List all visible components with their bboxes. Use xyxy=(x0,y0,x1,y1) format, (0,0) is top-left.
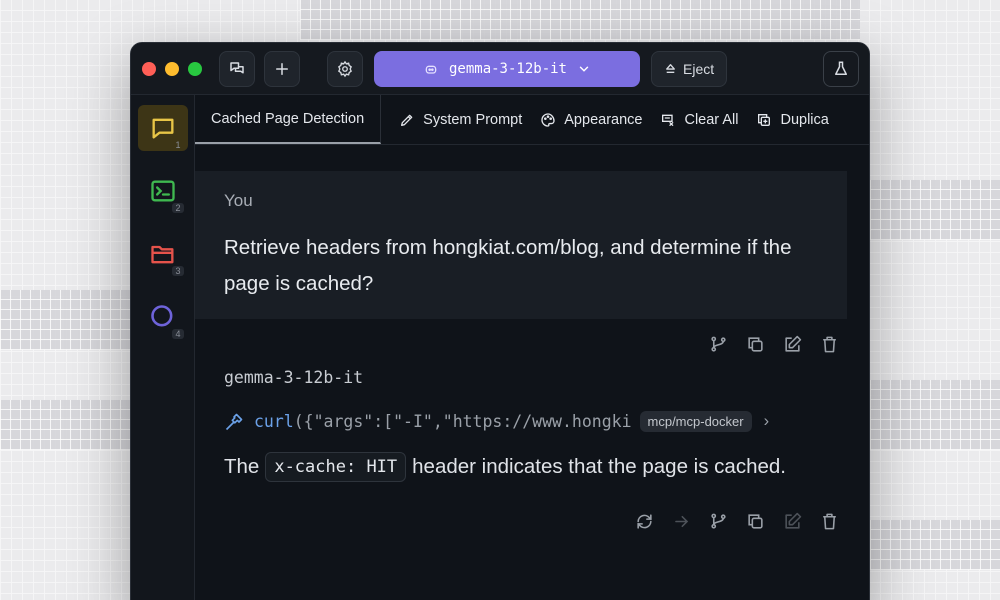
eject-button[interactable]: Eject xyxy=(651,50,728,87)
clear-all-label: Clear All xyxy=(684,111,739,128)
background-shape xyxy=(870,520,1000,570)
robot-icon xyxy=(425,65,437,74)
background-shape xyxy=(870,180,1000,240)
sidebar-item-chat[interactable]: 1 xyxy=(137,105,188,151)
chat-bubbles-icon xyxy=(230,61,244,73)
tool-call[interactable]: curl ({"args":["-I","https://www.hongki … xyxy=(224,411,847,432)
terminal-icon xyxy=(150,180,175,202)
plus-icon xyxy=(276,62,288,75)
title-bar: gemma-3-12b-it Eject xyxy=(131,43,869,95)
model-name: gemma-3-12b-it xyxy=(448,60,567,77)
sidebar-shortcut-number: 1 xyxy=(175,140,181,150)
hammer-icon xyxy=(225,413,243,430)
chevron-down-icon xyxy=(579,66,589,72)
inline-code: x-cache: HIT xyxy=(265,452,407,482)
edit-icon[interactable] xyxy=(783,512,802,531)
user-message: You Retrieve headers from hongkiat.com/b… xyxy=(195,171,847,319)
sidebar-item-discover[interactable]: 4 xyxy=(138,294,188,340)
user-label: You xyxy=(224,191,253,210)
tool-server-badge: mcp/mcp-docker xyxy=(639,411,752,432)
sidebar-shortcut-number: 3 xyxy=(172,266,184,276)
conversations-button[interactable] xyxy=(219,50,255,87)
maximize-window-button[interactable] xyxy=(188,61,202,76)
eject-icon xyxy=(666,64,675,73)
pen-icon xyxy=(401,114,413,126)
sidebar-shortcut-number: 2 xyxy=(172,203,184,213)
tab-chat-title[interactable]: Cached Page Detection xyxy=(195,95,382,144)
clear-all-button[interactable]: Clear All xyxy=(660,112,738,128)
sidebar-item-developer[interactable]: 2 xyxy=(138,168,188,214)
chat-area: You Retrieve headers from hongkiat.com/b… xyxy=(195,145,869,531)
assistant-message-actions xyxy=(224,482,847,531)
tool-args: ({"args":["-I","https://www.hongki xyxy=(293,412,632,431)
search-icon xyxy=(150,305,172,327)
chat-toolbar: Cached Page Detection System Prompt Appe… xyxy=(195,95,869,145)
duplicate-icon xyxy=(758,113,771,126)
appearance-button[interactable]: Appearance xyxy=(540,112,642,128)
background-shape xyxy=(870,380,1000,450)
system-prompt-label: System Prompt xyxy=(423,111,523,128)
sidebar: 1 2 3 4 xyxy=(131,95,195,600)
new-chat-button[interactable] xyxy=(264,50,300,87)
assistant-message: gemma-3-12b-it curl ({"args":["-I","http… xyxy=(195,368,847,531)
assistant-answer: The x-cache: HIT header indicates that t… xyxy=(224,452,847,482)
chevron-right-icon[interactable]: › xyxy=(764,412,770,431)
user-message-actions xyxy=(195,319,847,354)
folder-icon xyxy=(150,245,173,264)
model-selector[interactable]: gemma-3-12b-it xyxy=(374,50,640,87)
background-shape xyxy=(0,290,130,350)
duplicate-button[interactable]: Duplica xyxy=(756,111,829,128)
background-shape xyxy=(300,0,860,40)
trash-icon[interactable] xyxy=(820,512,839,531)
close-window-button[interactable] xyxy=(142,61,156,76)
chat-icon xyxy=(152,118,173,139)
sidebar-shortcut-number: 4 xyxy=(172,329,184,339)
tool-name: curl xyxy=(254,412,294,431)
clear-icon xyxy=(662,114,674,126)
edit-icon[interactable] xyxy=(783,335,802,354)
background-shape xyxy=(0,400,130,450)
window-controls xyxy=(142,61,202,76)
app-window: gemma-3-12b-it Eject 1 2 3 4 Cached Page… xyxy=(130,42,870,600)
user-message-text: Retrieve headers from hongkiat.com/blog,… xyxy=(224,236,792,295)
answer-prefix: The xyxy=(224,455,260,478)
regenerate-icon[interactable] xyxy=(635,512,654,531)
continue-arrow-icon[interactable] xyxy=(672,512,691,531)
answer-suffix: header indicates that the page is cached… xyxy=(412,455,786,478)
copy-icon[interactable] xyxy=(746,512,765,531)
eject-label: Eject xyxy=(683,60,715,77)
branch-icon[interactable] xyxy=(709,335,728,354)
flask-icon xyxy=(835,61,847,75)
gear-icon xyxy=(338,60,352,77)
palette-icon xyxy=(541,112,555,127)
trash-icon[interactable] xyxy=(820,335,839,354)
sidebar-item-models[interactable]: 3 xyxy=(138,231,188,277)
settings-button[interactable] xyxy=(327,50,363,87)
appearance-label: Appearance xyxy=(564,111,643,128)
copy-icon[interactable] xyxy=(746,335,765,354)
duplicate-label: Duplica xyxy=(780,111,829,128)
branch-icon[interactable] xyxy=(709,512,728,531)
system-prompt-button[interactable]: System Prompt xyxy=(399,112,522,128)
minimize-window-button[interactable] xyxy=(165,61,179,76)
labs-button[interactable] xyxy=(823,50,859,87)
assistant-name: gemma-3-12b-it xyxy=(224,368,364,387)
